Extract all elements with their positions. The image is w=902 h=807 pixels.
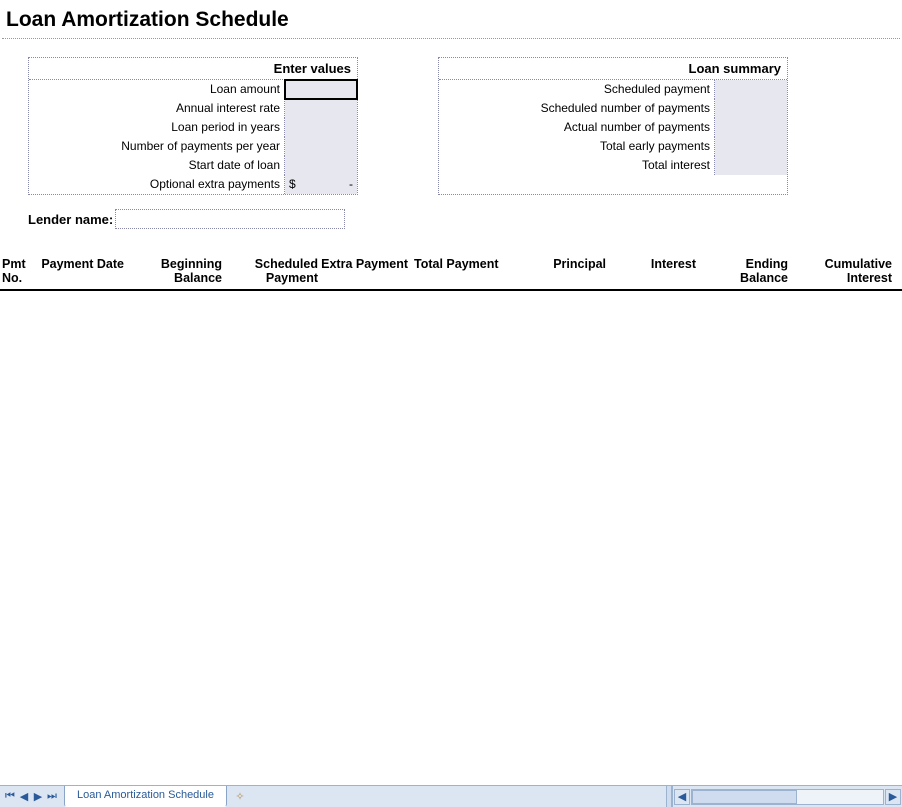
col-extra-payment: Extra Payment [318, 257, 408, 285]
scroll-right-icon[interactable]: ▶ [885, 789, 901, 805]
loan-summary-panel: Loan summary Scheduled payment Scheduled… [438, 57, 788, 195]
label-scheduled-payment: Scheduled payment [439, 80, 715, 99]
row-scheduled-num-payments: Scheduled number of payments [439, 99, 787, 118]
row-start-date: Start date of loan [29, 156, 357, 175]
horizontal-scrollbar[interactable]: ◀ ▶ [672, 786, 902, 807]
row-total-interest: Total interest [439, 156, 787, 175]
scroll-thumb[interactable] [692, 790, 797, 804]
row-total-early-payments: Total early payments [439, 137, 787, 156]
label-loan-amount: Loan amount [29, 80, 285, 99]
col-beginning-balance: Beginning Balance [124, 257, 222, 285]
lender-input[interactable] [115, 209, 345, 229]
input-loan-amount[interactable] [285, 80, 357, 99]
row-payments-per-year: Number of payments per year [29, 137, 357, 156]
tab-first-icon[interactable]: ⏮ [4, 790, 16, 804]
tab-last-icon[interactable]: ⏭ [46, 790, 58, 804]
input-panels: Enter values Loan amount Annual interest… [0, 39, 902, 195]
row-actual-num-payments: Actual number of payments [439, 118, 787, 137]
input-extra-payments[interactable]: $ - [285, 175, 357, 194]
row-scheduled-payment: Scheduled payment [439, 80, 787, 99]
tab-nav: ⏮ ◀ ▶ ⏭ [0, 786, 62, 807]
extra-value: - [349, 175, 353, 194]
lender-row: Lender name: [28, 209, 902, 229]
input-payments-per-year[interactable] [285, 137, 357, 156]
value-total-early-payments [715, 137, 787, 156]
col-principal: Principal [512, 257, 606, 285]
new-sheet-icon[interactable]: ✧ [229, 786, 251, 807]
label-annual-interest-rate: Annual interest rate [29, 99, 285, 118]
row-extra-payments: Optional extra payments $ - [29, 175, 357, 194]
page-title: Loan Amortization Schedule [2, 0, 900, 39]
enter-values-header: Enter values [29, 58, 357, 80]
tab-spacer [251, 786, 666, 807]
label-loan-period: Loan period in years [29, 118, 285, 137]
input-annual-interest-rate[interactable] [285, 99, 357, 118]
col-cumulative-interest: Cumulative Interest [788, 257, 892, 285]
value-scheduled-payment [715, 80, 787, 99]
col-interest: Interest [606, 257, 696, 285]
lender-label: Lender name: [28, 212, 115, 227]
enter-values-panel: Enter values Loan amount Annual interest… [28, 57, 358, 195]
col-scheduled-payment: Scheduled Payment [222, 257, 318, 285]
row-annual-interest-rate: Annual interest rate [29, 99, 357, 118]
row-loan-amount: Loan amount [29, 80, 357, 99]
input-loan-period[interactable] [285, 118, 357, 137]
label-total-interest: Total interest [439, 156, 715, 175]
col-total-payment: Total Payment [408, 257, 512, 285]
schedule-header: Pmt No. Payment Date Beginning Balance S… [0, 257, 902, 291]
sheet-tabbar: ⏮ ◀ ▶ ⏭ Loan Amortization Schedule ✧ ◀ ▶ [0, 785, 902, 807]
label-actual-num-payments: Actual number of payments [439, 118, 715, 137]
col-payment-date: Payment Date [34, 257, 124, 285]
value-total-interest [715, 156, 787, 175]
input-start-date[interactable] [285, 156, 357, 175]
loan-summary-header: Loan summary [439, 58, 787, 80]
label-total-early-payments: Total early payments [439, 137, 715, 156]
sheet-tab-active[interactable]: Loan Amortization Schedule [64, 786, 227, 807]
row-loan-period: Loan period in years [29, 118, 357, 137]
value-actual-num-payments [715, 118, 787, 137]
label-extra-payments: Optional extra payments [29, 175, 285, 194]
col-pmt-no: Pmt No. [2, 257, 34, 285]
tab-prev-icon[interactable]: ◀ [18, 790, 30, 804]
label-payments-per-year: Number of payments per year [29, 137, 285, 156]
scroll-left-icon[interactable]: ◀ [674, 789, 690, 805]
currency-symbol: $ [289, 175, 296, 194]
label-scheduled-num-payments: Scheduled number of payments [439, 99, 715, 118]
scroll-track[interactable] [691, 789, 884, 805]
label-start-date: Start date of loan [29, 156, 285, 175]
col-ending-balance: Ending Balance [696, 257, 788, 285]
tab-next-icon[interactable]: ▶ [32, 790, 44, 804]
value-scheduled-num-payments [715, 99, 787, 118]
